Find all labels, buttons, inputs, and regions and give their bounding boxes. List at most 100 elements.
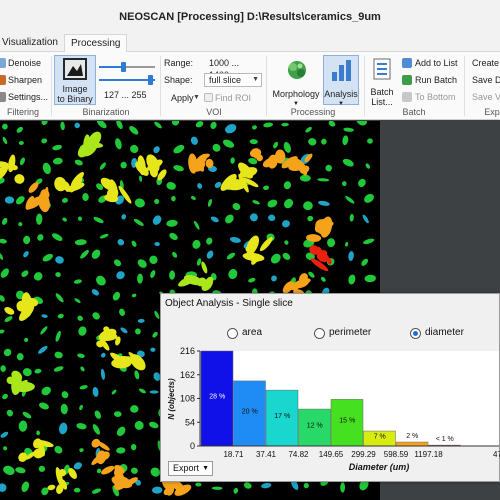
pore-blob: [120, 161, 127, 169]
pore-blob: [134, 421, 144, 430]
pore-blob: [23, 251, 29, 258]
pore-blob: [16, 353, 24, 361]
pore-blob: [263, 122, 274, 128]
pore-blob: [367, 138, 373, 144]
pore-blob: [3, 465, 15, 475]
pore-blob: [364, 193, 374, 203]
pore-blob: [131, 467, 138, 474]
pore-blob: [166, 181, 176, 190]
pore-blob: [148, 421, 159, 429]
y-tick-label: 0: [190, 441, 195, 451]
find-roi-button[interactable]: Find ROI: [215, 92, 251, 104]
pore-blob: [299, 174, 311, 182]
bar-percent-label: 28 %: [209, 394, 225, 401]
cluster-blob: [101, 465, 115, 475]
pore-blob: [74, 239, 87, 246]
pore-blob: [57, 313, 64, 319]
pore-blob: [343, 127, 354, 132]
range-input[interactable]: 1000 ... 1400: [204, 56, 260, 80]
pore-blob: [207, 199, 213, 207]
pore-blob: [150, 270, 156, 279]
separator: [364, 56, 365, 116]
tab-visualization[interactable]: Visualization: [0, 34, 64, 52]
find-roi-icon: [204, 93, 213, 102]
pore-blob: [152, 215, 162, 225]
pore-blob: [267, 199, 278, 208]
pore-blob: [317, 178, 330, 182]
pore-blob: [39, 402, 49, 410]
pore-blob: [113, 411, 122, 417]
pore-blob: [153, 146, 160, 154]
x-tick-label: 37.41: [256, 450, 277, 459]
add-to-list-button[interactable]: Add to List: [415, 57, 458, 69]
pore-blob: [130, 144, 139, 154]
pore-blob: [197, 183, 203, 189]
ribbon-tab-strip: Visualization Processing: [0, 34, 500, 53]
threshold-slider-low[interactable]: [99, 62, 155, 72]
pore-blob: [74, 122, 80, 129]
pore-blob: [4, 316, 13, 322]
batch-list-label-1: Batch: [370, 87, 394, 97]
create-button[interactable]: Create: [472, 57, 499, 69]
pore-blob: [284, 240, 289, 245]
pore-blob: [99, 233, 109, 239]
pore-blob: [91, 249, 101, 259]
title-bar: NEOSCAN [Processing] D:\Results\ceramics…: [0, 0, 500, 34]
pore-blob: [36, 213, 43, 225]
denoise-button[interactable]: Denoise: [8, 57, 41, 69]
pore-blob: [348, 250, 354, 262]
pore-blob: [345, 196, 355, 204]
threshold-slider-high[interactable]: [99, 75, 155, 85]
pore-blob: [365, 163, 371, 169]
pore-blob: [24, 337, 29, 342]
sharpen-button[interactable]: Sharpen: [8, 74, 42, 86]
pore-blob: [15, 196, 25, 205]
morphology-label: Morphology: [272, 89, 320, 99]
pore-blob: [2, 123, 8, 130]
save-vc-button[interactable]: Save VC: [472, 91, 500, 103]
pore-blob: [91, 488, 102, 494]
pore-blob: [210, 121, 217, 130]
tab-processing[interactable]: Processing: [64, 34, 128, 53]
pore-blob: [36, 430, 40, 436]
pore-blob: [131, 293, 137, 298]
export-button[interactable]: Export ▼: [168, 461, 213, 476]
pore-blob: [211, 486, 223, 490]
pore-blob: [38, 345, 48, 354]
shape-select[interactable]: full slice ▼: [204, 73, 262, 87]
separator: [266, 56, 267, 116]
pore-blob: [1, 217, 8, 225]
pore-blob: [308, 138, 317, 146]
batch-list-label-2: List...: [371, 97, 393, 107]
x-tick-label: 1197.18: [414, 450, 443, 459]
image-to-binary-button[interactable]: Image to Binary: [54, 55, 96, 105]
batch-list-button[interactable]: Batch List...: [367, 55, 397, 107]
pore-blob: [0, 252, 4, 260]
pore-blob: [52, 157, 63, 165]
to-bottom-button[interactable]: To Bottom: [415, 91, 456, 103]
pore-blob: [0, 365, 6, 372]
pore-blob: [22, 411, 32, 419]
save-d-button[interactable]: Save D: [472, 74, 500, 86]
pore-blob: [273, 141, 279, 149]
morphology-button[interactable]: Morphology ▼: [270, 55, 322, 107]
pore-blob: [134, 370, 140, 380]
export-group-label: Exp: [484, 107, 500, 117]
pore-blob: [117, 239, 125, 246]
run-batch-button[interactable]: Run Batch: [415, 74, 457, 86]
processing-group-label: Processing: [290, 107, 336, 117]
pore-blob: [364, 274, 376, 283]
pore-blob: [0, 295, 5, 302]
binarization-group-label: Binarization: [82, 107, 130, 117]
cluster-blob: [4, 307, 15, 315]
app-window: NEOSCAN [Processing] D:\Results\ceramics…: [0, 0, 500, 500]
pore-blob: [93, 216, 104, 224]
apply-button[interactable]: Apply: [171, 92, 194, 104]
filter-settings-button[interactable]: Settings...: [8, 91, 48, 103]
analysis-button[interactable]: Analysis ▼: [323, 55, 359, 107]
chevron-down-icon: ▼: [252, 76, 259, 83]
pore-blob: [113, 259, 122, 267]
cluster-blob: [201, 261, 208, 274]
pore-blob: [222, 139, 235, 148]
voi-group-label: VOI: [206, 107, 222, 117]
